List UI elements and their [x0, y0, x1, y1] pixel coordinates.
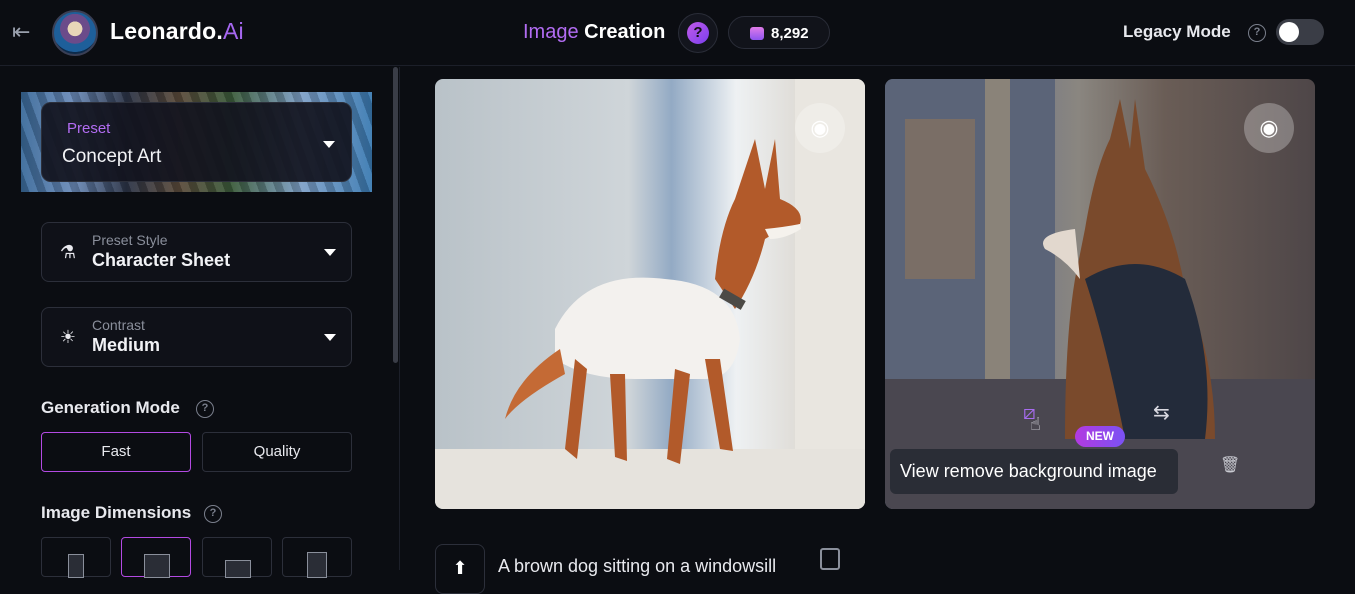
sidebar-scrollbar[interactable] [393, 67, 398, 363]
quality-mode-button[interactable]: Quality [202, 432, 352, 472]
page-title-text: Creation [584, 21, 666, 43]
chevron-down-icon [324, 334, 336, 341]
dimension-landscape-button[interactable] [202, 537, 272, 578]
page-title: Image Creation [523, 21, 665, 44]
compare-arrows-icon[interactable]: ⇆ [1153, 400, 1170, 425]
token-coin-icon [750, 27, 764, 40]
generation-prompt: A brown dog sitting on a windowsill [498, 556, 777, 576]
page-title-accent: Image [523, 21, 579, 43]
brand-name: Leonardo. [110, 18, 223, 44]
dimension-stack-button[interactable] [282, 537, 352, 578]
legacy-mode-toggle[interactable] [1276, 19, 1324, 45]
sun-icon: ☀ [59, 327, 77, 347]
preset-dropdown[interactable]: Preset Concept Art [41, 102, 352, 182]
brand-suffix: Ai [222, 18, 244, 44]
contrast-dropdown[interactable]: ☀ Contrast Medium [41, 307, 352, 367]
preset-style-value: Character Sheet [92, 250, 231, 270]
token-count: 8,292 [771, 25, 809, 42]
remove-background-tooltip: View remove background image [890, 449, 1178, 494]
legacy-help-icon[interactable]: ? [1248, 24, 1266, 42]
token-balance[interactable]: 8,292 [728, 16, 830, 49]
brand-logo[interactable]: Leonardo.Ai [110, 18, 244, 45]
fast-mode-button[interactable]: Fast [41, 432, 191, 472]
contrast-value: Medium [92, 335, 161, 355]
chevron-down-icon [324, 249, 336, 256]
image-dimensions-help-icon[interactable]: ? [204, 505, 222, 523]
image-dimensions-title: Image Dimensions [41, 503, 192, 522]
contrast-label: Contrast [92, 317, 145, 333]
toggle-knob [1279, 22, 1299, 42]
view-eye-icon[interactable]: ◉ [795, 103, 845, 153]
trash-icon[interactable]: 🗑 [1220, 455, 1240, 475]
generation-mode-help-icon[interactable]: ? [196, 400, 214, 418]
dimension-square-button[interactable] [121, 537, 191, 578]
preset-value: Concept Art [62, 146, 162, 167]
top-bar: ⇤ Leonardo.Ai Image Creation ? 8,292 Leg… [0, 0, 1355, 66]
view-eye-icon[interactable]: ◉ [1244, 103, 1294, 153]
chevron-down-icon [323, 141, 335, 148]
flask-icon: ⚗ [59, 242, 77, 262]
preset-style-dropdown[interactable]: ⚗ Preset Style Character Sheet [41, 222, 352, 282]
help-icon: ? [687, 22, 709, 44]
preset-style-label: Preset Style [92, 232, 168, 248]
legacy-mode-label: Legacy Mode [1123, 22, 1231, 41]
preset-label: Preset [67, 120, 111, 137]
hand-pointer-icon: ☝ [1030, 414, 1041, 434]
upscale-arrow-icon[interactable]: ⬆ [435, 544, 485, 594]
collapse-sidebar-icon[interactable]: ⇤ [12, 20, 42, 44]
avatar[interactable] [52, 10, 98, 56]
generation-mode-title: Generation Mode [41, 398, 180, 417]
new-badge: NEW [1075, 426, 1125, 447]
dimension-portrait-button[interactable] [41, 537, 111, 578]
copy-prompt-icon[interactable] [820, 548, 840, 570]
generated-image-1[interactable]: ◉ [435, 79, 865, 509]
help-button[interactable]: ? [678, 13, 718, 53]
